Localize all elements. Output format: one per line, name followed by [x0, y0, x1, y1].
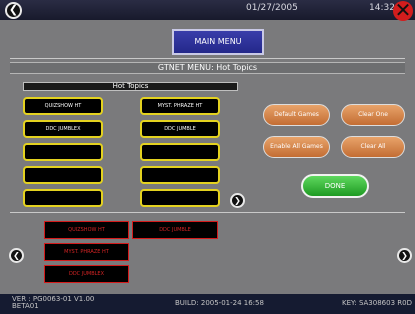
back-button[interactable]: ❮ [5, 2, 22, 19]
hot-topic-slot-left-5[interactable] [23, 189, 103, 207]
hot-topic-slot-right-3[interactable] [140, 143, 220, 161]
status-footer: VER : PG0063-01 V1.00 BETA01 BUILD: 2005… [0, 294, 415, 314]
time-display: 14:32 [369, 3, 395, 13]
hot-topics-title: Hot Topics [23, 82, 238, 91]
chevron-left-icon: ❮ [13, 251, 20, 260]
hot-topic-slot-left-1[interactable]: QUIZSHOW HT [23, 97, 103, 115]
section-title-bar: GTNET MENU: Hot Topics [10, 62, 405, 74]
chevron-left-icon: ❮ [8, 3, 19, 16]
previous-page-button[interactable]: ❮ [9, 248, 24, 263]
build-info: BUILD: 2005-01-24 16:58 [175, 299, 264, 307]
done-button[interactable]: DONE [301, 174, 369, 198]
available-game-item[interactable]: MYST. PHRAZE HT [44, 243, 129, 261]
clear-one-button[interactable]: Clear One [341, 104, 405, 126]
divider [10, 58, 405, 59]
key-info: KEY: SA308603 R0D [342, 299, 412, 307]
enable-all-games-button[interactable]: Enable All Games [263, 136, 330, 158]
next-page-button[interactable]: ❯ [397, 248, 412, 263]
clear-all-button[interactable]: Clear All [341, 136, 405, 158]
hot-topic-slot-right-2[interactable]: DDC JUMBLE [140, 120, 220, 138]
available-game-item[interactable]: DDC JUMBLEX [44, 265, 129, 283]
hot-topic-slot-right-5[interactable] [140, 189, 220, 207]
close-x-icon: ✕ [394, 0, 412, 22]
hot-topic-slot-left-4[interactable] [23, 166, 103, 184]
default-games-button[interactable]: Default Games [263, 104, 330, 126]
available-game-item[interactable]: DDC JUMBLE [132, 221, 218, 239]
chevron-right-icon: ❯ [234, 196, 241, 205]
version-info: VER : PG0063-01 V1.00 BETA01 [12, 296, 94, 310]
hot-topic-slot-right-4[interactable] [140, 166, 220, 184]
hot-topic-slot-right-1[interactable]: MYST. PHRAZE HT [140, 97, 220, 115]
top-bar: 01/27/2005 14:32 [0, 0, 415, 20]
hot-topic-slot-left-3[interactable] [23, 143, 103, 161]
available-game-item[interactable]: QUIZSHOW HT [44, 221, 129, 239]
next-page-button[interactable]: ❯ [230, 193, 245, 208]
version-beta: BETA01 [12, 302, 39, 310]
close-button[interactable]: ✕ [393, 0, 413, 22]
chevron-right-icon: ❯ [401, 251, 408, 260]
main-menu-button[interactable]: MAIN MENU [172, 29, 264, 55]
hot-topic-slot-left-2[interactable]: DDC JUMBLEX [23, 120, 103, 138]
date-display: 01/27/2005 [246, 3, 298, 13]
divider [10, 212, 405, 213]
